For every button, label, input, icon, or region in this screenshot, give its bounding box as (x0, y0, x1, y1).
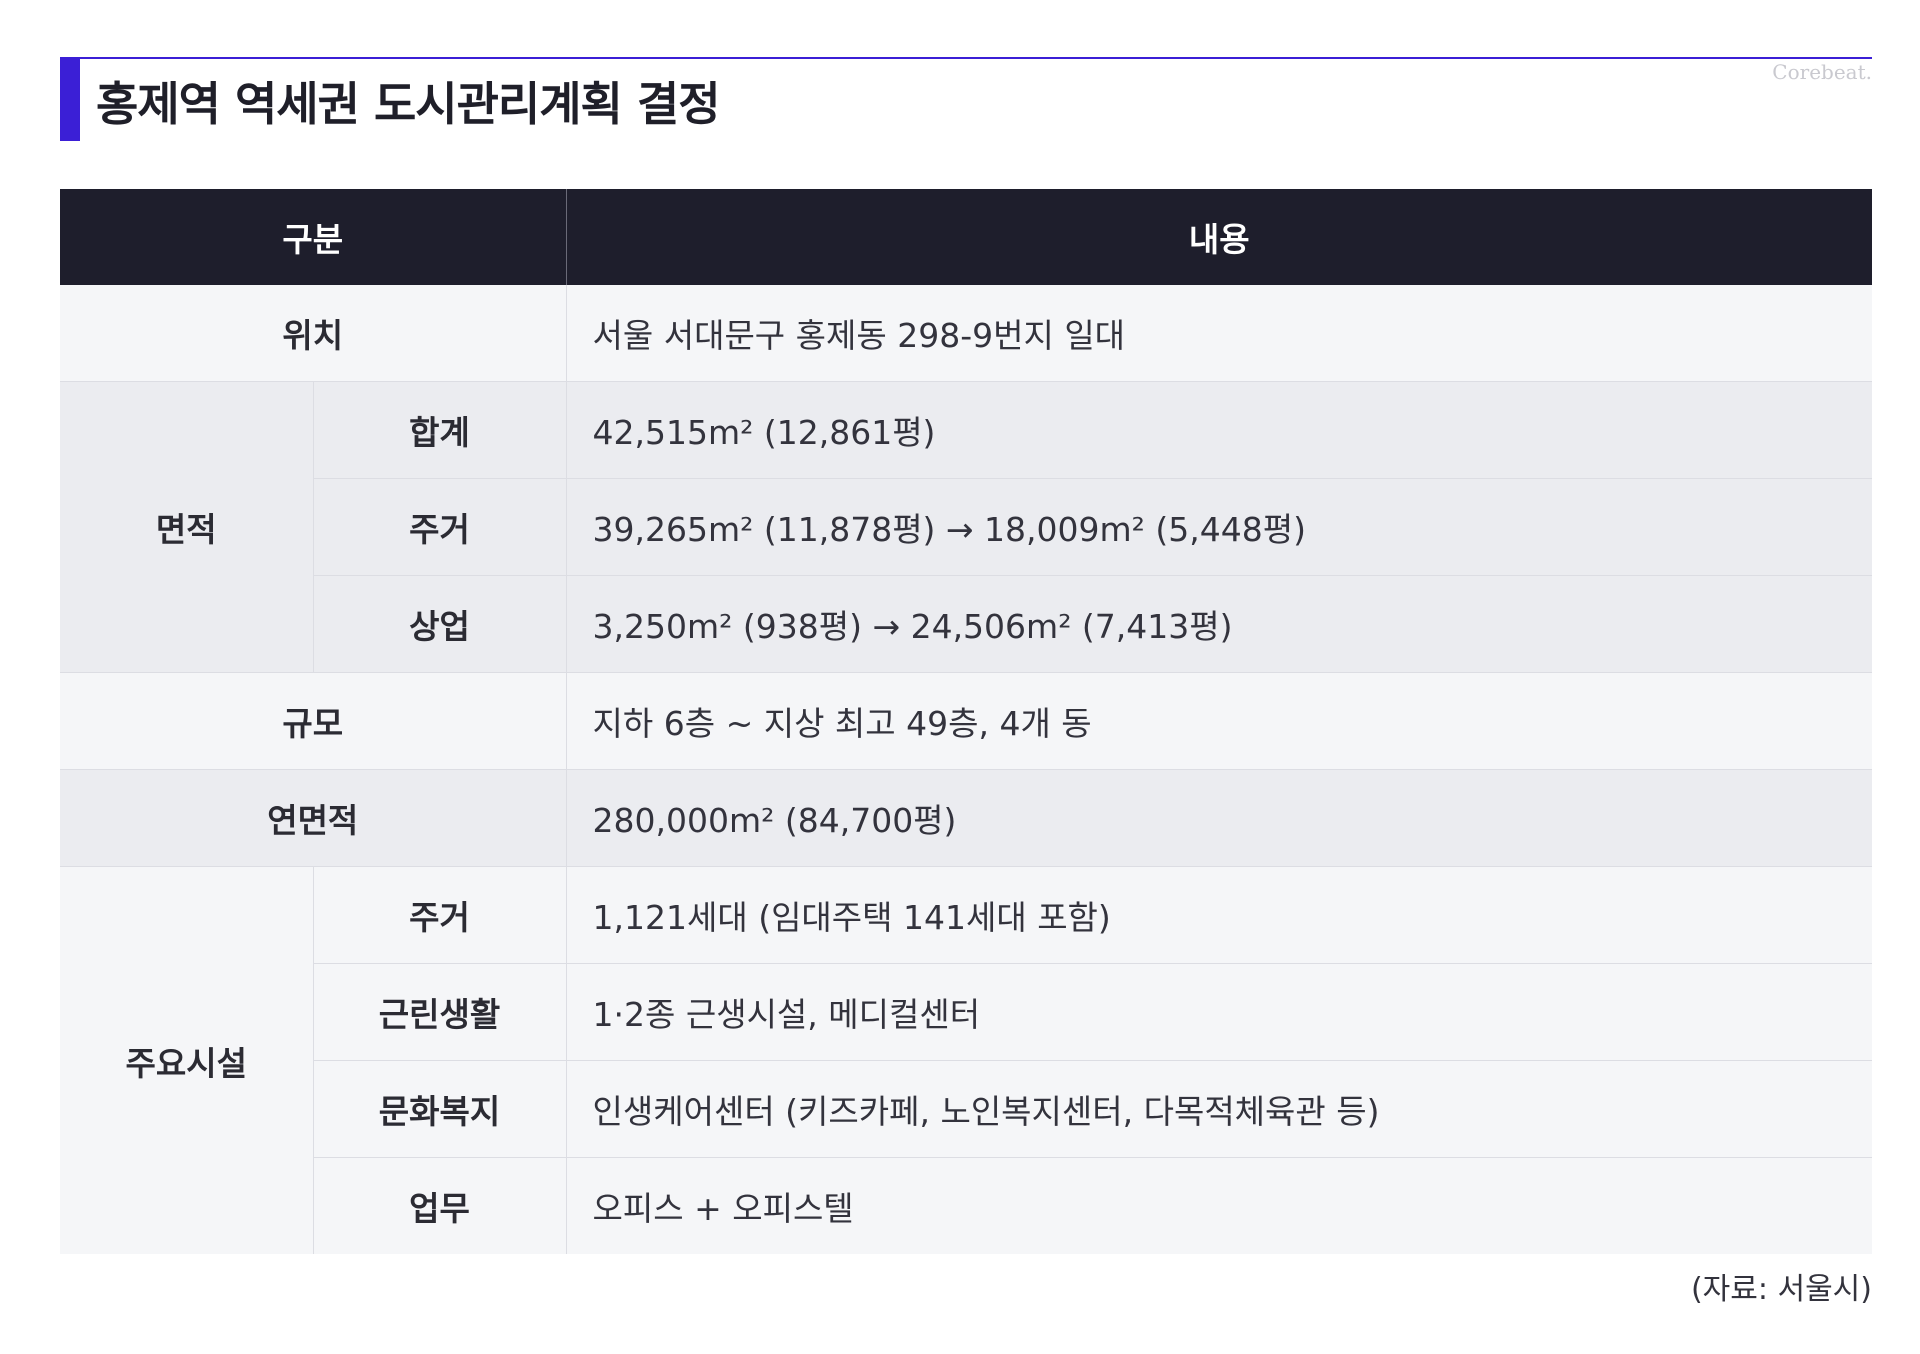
title-rule (60, 57, 1872, 59)
table-row-area-total: 면적 합계 42,515m² (12,861평) (60, 381, 1873, 673)
table-row-scale: 규모 지하 6층 ~ 지상 최고 49층, 4개 동 (60, 672, 1873, 770)
row-value-location: 서울 서대문구 홍제동 298-9번지 일대 (566, 285, 1873, 382)
row-value-facility-residential: 1,121세대 (임대주택 141세대 포함) (566, 866, 1873, 964)
row-label-location: 위치 (60, 285, 567, 382)
header-content: 내용 (565, 189, 1873, 285)
row-sublabel-facility-office: 업무 (313, 1157, 567, 1254)
table-row-facility-culture: 문화복지 인생케어센터 (키즈카페, 노인복지센터, 다목적체육관 등) (60, 1060, 1873, 1158)
row-group-label-area: 면적 (60, 381, 314, 673)
watermark-logo: Corebeat. (1772, 60, 1872, 84)
row-sublabel-area-total: 합계 (313, 381, 567, 479)
row-value-floor-area: 280,000m² (84,700평) (566, 769, 1873, 867)
row-value-area-commercial: 3,250m² (938평) → 24,506m² (7,413평) (566, 575, 1873, 673)
row-value-facility-office: 오피스 + 오피스텔 (566, 1157, 1873, 1254)
row-sublabel-area-commercial: 상업 (313, 575, 567, 673)
row-value-facility-neighborhood: 1·2종 근생시설, 메디컬센터 (566, 963, 1873, 1061)
table-row-facility-office: 업무 오피스 + 오피스텔 (60, 1157, 1873, 1254)
row-sublabel-facility-culture: 문화복지 (313, 1060, 567, 1158)
table-row-facility-neighborhood: 근린생활 1·2종 근생시설, 메디컬센터 (60, 963, 1873, 1061)
row-value-scale: 지하 6층 ~ 지상 최고 49층, 4개 동 (566, 672, 1873, 770)
plan-table: 구분 내용 위치 서울 서대문구 홍제동 298-9번지 일대 면적 합계 42… (60, 189, 1873, 1254)
row-value-facility-culture: 인생케어센터 (키즈카페, 노인복지센터, 다목적체육관 등) (566, 1060, 1873, 1158)
source-note: (자료: 서울시) (1690, 1272, 1872, 1307)
row-value-area-residential: 39,265m² (11,878평) → 18,009m² (5,448평) (566, 478, 1873, 576)
page-title: 홍제역 역세권 도시관리계획 결정 (96, 77, 721, 131)
row-group-label-facilities: 주요시설 (60, 866, 314, 1254)
row-sublabel-facility-residential: 주거 (313, 866, 567, 964)
table-row-location: 위치 서울 서대문구 홍제동 298-9번지 일대 (60, 285, 1873, 382)
row-label-floor-area: 연면적 (60, 769, 567, 867)
title-accent-bar (60, 57, 80, 141)
table-row-facility-residential: 주요시설 주거 1,121세대 (임대주택 141세대 포함) (60, 866, 1873, 1254)
row-sublabel-area-residential: 주거 (313, 478, 567, 576)
table-row-floor-area: 연면적 280,000m² (84,700평) (60, 769, 1873, 867)
table-row-area-residential: 주거 39,265m² (11,878평) → 18,009m² (5,448평… (60, 478, 1873, 576)
row-value-area-total: 42,515m² (12,861평) (566, 381, 1873, 479)
header-category: 구분 (60, 189, 567, 285)
row-sublabel-facility-neighborhood: 근린생활 (313, 963, 567, 1061)
table-row-area-commercial: 상업 3,250m² (938평) → 24,506m² (7,413평) (60, 575, 1873, 673)
table-header-row: 구분 내용 (60, 189, 1873, 285)
row-label-scale: 규모 (60, 672, 567, 770)
